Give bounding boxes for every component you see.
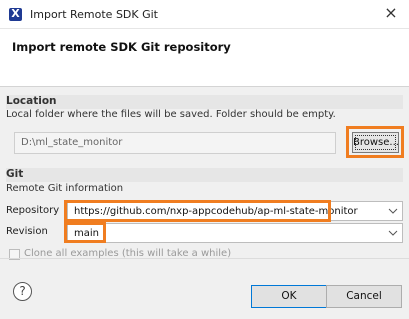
- close-icon[interactable]: ×: [381, 3, 401, 23]
- repository-label: Repository: [6, 205, 60, 216]
- git-description: Remote Git information: [6, 183, 124, 194]
- repository-highlight: [64, 200, 331, 222]
- location-section-title: Location: [6, 95, 57, 107]
- location-path-field[interactable]: D:\ml_state_monitor: [14, 132, 336, 154]
- ok-button[interactable]: OK: [251, 285, 327, 308]
- title-bar: X Import Remote SDK Git ×: [0, 0, 409, 29]
- chevron-down-icon[interactable]: [388, 205, 398, 217]
- location-section-bar: [6, 95, 403, 109]
- location-path-value: D:\ml_state_monitor: [21, 137, 123, 148]
- footer-divider: [0, 258, 409, 259]
- focus-ring: [355, 135, 396, 150]
- dialog-header: Import remote SDK Git repository: [0, 30, 409, 86]
- chevron-down-icon[interactable]: [388, 227, 398, 239]
- page-title: Import remote SDK Git repository: [12, 40, 231, 54]
- git-section-bar: [6, 168, 403, 182]
- cancel-button[interactable]: Cancel: [326, 285, 402, 308]
- help-icon[interactable]: ?: [13, 282, 32, 301]
- revision-combo[interactable]: main: [67, 223, 403, 243]
- location-description: Local folder where the files will be sav…: [6, 109, 336, 120]
- app-icon: X: [9, 8, 22, 21]
- browse-button[interactable]: Browse...: [352, 132, 399, 153]
- git-section-title: Git: [6, 168, 24, 180]
- window-title: Import Remote SDK Git: [30, 8, 158, 21]
- revision-label: Revision: [6, 226, 48, 237]
- revision-highlight: [64, 222, 106, 243]
